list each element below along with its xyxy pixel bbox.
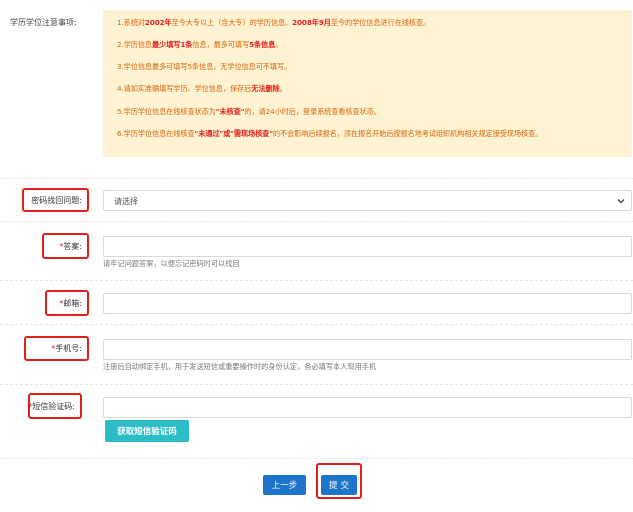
notice-box: 1.系统对2002年至今大专以上（含大专）的学历信息、2008年9月至今的学位信… — [103, 10, 632, 157]
divider — [0, 221, 633, 222]
phone-label-text: 手机号: — [55, 344, 82, 353]
notice-text: 4.请如实准确填写学历、学位信息，保存后 — [117, 84, 252, 93]
divider — [0, 324, 633, 325]
notice-line: 5.学历学位信息在线核查状态为"未核查"的，请24小时后，登录系统查看核查状态。 — [117, 107, 381, 117]
notice-text: 1.系统对 — [117, 18, 145, 27]
answer-input[interactable] — [103, 236, 632, 257]
notice-text: 3.学位信息最多可填写5条信息，无学位信息可不填写。 — [117, 62, 292, 71]
phone-label: * 手机号: — [24, 336, 89, 361]
answer-hint: 请牢记问题答案，以便忘记密码时可以找回 — [103, 259, 240, 268]
notice-text: 2.学历信息 — [117, 40, 153, 49]
notice-text: 的不会影响后续报名，须在报名开始后按报名地考试组织机构相关规定接受现场核查。 — [272, 129, 543, 138]
notice-highlight: 无法删除 — [251, 84, 280, 93]
notice-highlight: "未核查" — [215, 107, 245, 116]
question-select[interactable]: 请选择 — [103, 190, 632, 211]
submit-button[interactable]: 提交 — [321, 475, 357, 495]
sms-code-input[interactable] — [103, 397, 632, 418]
notice-label: 学历学位注意事项: — [10, 18, 77, 27]
sms-label-text: 短信验证码: — [32, 401, 75, 411]
notice-highlight: "未通过"或"需现场核查" — [194, 129, 273, 138]
notice-text: 至今大专以上（含大专）的学历信息、 — [171, 18, 293, 27]
notice-highlight: 2008年9月 — [292, 18, 331, 27]
email-label-text: 邮箱: — [63, 298, 82, 308]
notice-text: 至今的学位信息进行在线核查。 — [330, 18, 431, 27]
get-sms-code-button[interactable]: 获取短信验证码 — [105, 420, 189, 442]
notice-highlight: 2002年 — [144, 18, 172, 27]
notice-highlight: 最少填写1条 — [152, 40, 193, 49]
question-label: 密码找回问题: — [22, 188, 89, 212]
notice-line: 3.学位信息最多可填写5条信息，无学位信息可不填写。 — [117, 62, 291, 72]
chevron-down-icon — [617, 199, 625, 204]
divider — [0, 280, 633, 281]
notice-line: 6.学历学位信息在线核查"未通过"或"需现场核查"的不会影响后续报名，须在报名开… — [117, 129, 542, 139]
email-label: * 邮箱: — [45, 290, 89, 316]
divider — [0, 458, 633, 459]
notice-line: 4.请如实准确填写学历、学位信息，保存后无法删除。 — [117, 84, 287, 94]
notice-text: 6.学历学位信息在线核查 — [117, 129, 195, 138]
notice-highlight: 5条信息 — [249, 40, 276, 49]
divider — [0, 178, 633, 179]
phone-hint: 注册后自动绑定手机，用于发送短信或重要操作时的身份认定，务必填写本人现用手机 — [103, 362, 377, 371]
notice-text: 5.学历学位信息在线核查状态为 — [117, 107, 216, 116]
question-label-text: 密码找回问题: — [31, 195, 82, 205]
notice-text: 的，请24小时后，登录系统查看核查状态。 — [244, 107, 381, 116]
notice-text: 信息，最多可填写 — [192, 40, 250, 49]
sms-label: * 短信验证码: — [28, 393, 82, 419]
notice-line: 1.系统对2002年至今大专以上（含大专）的学历信息、2008年9月至今的学位信… — [117, 18, 430, 28]
divider — [0, 384, 633, 385]
phone-input[interactable] — [103, 339, 632, 360]
notice-line: 2.学历信息最少填写1条信息，最多可填写5条信息。 — [117, 40, 282, 50]
answer-label-text: 答案: — [63, 241, 82, 251]
email-input[interactable] — [103, 293, 632, 314]
notice-text: 。 — [275, 40, 283, 49]
question-select-value: 请选择 — [114, 197, 138, 206]
notice-text: 。 — [279, 84, 287, 93]
prev-step-button[interactable]: 上一步 — [263, 475, 306, 495]
answer-label: * 答案: — [42, 233, 89, 259]
